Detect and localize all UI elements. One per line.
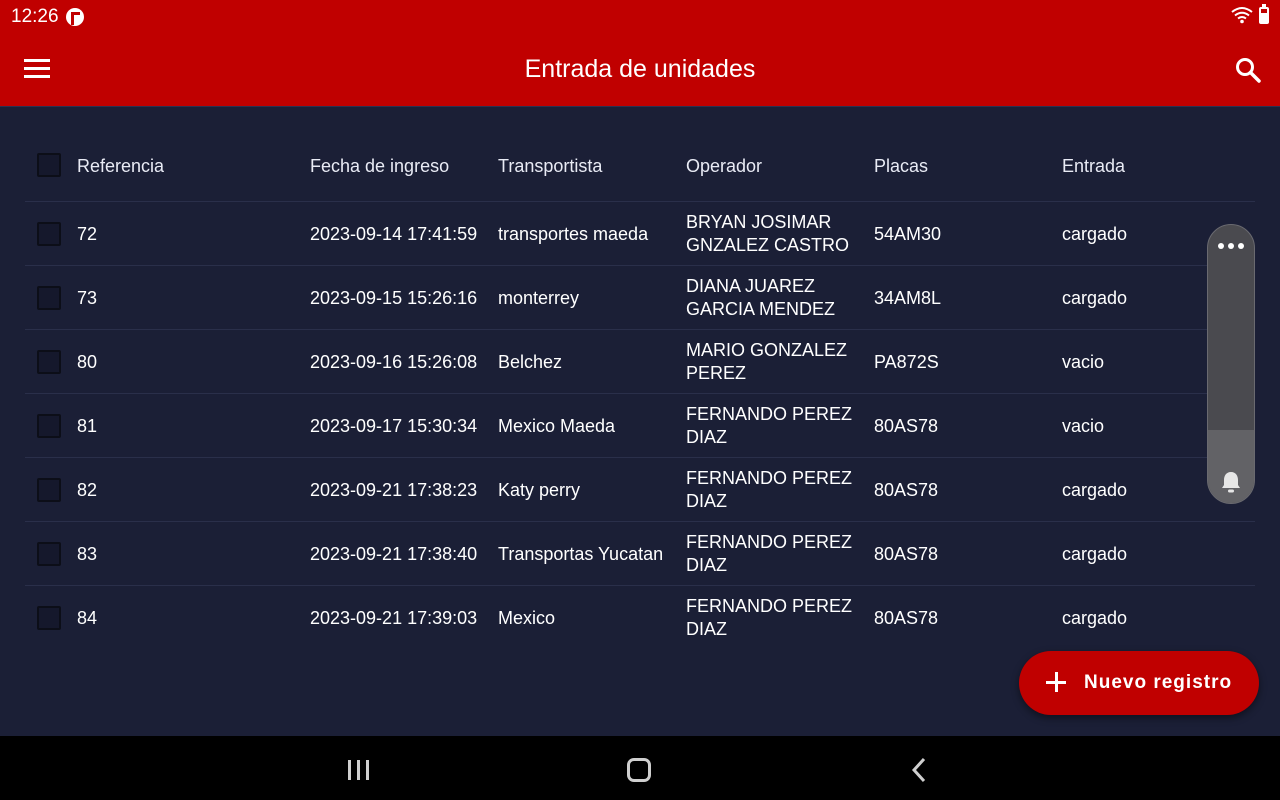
cell-transportista: monterrey bbox=[498, 287, 580, 308]
cell-transportista: Mexico Maeda bbox=[498, 415, 616, 436]
cell-referencia: 73 bbox=[77, 287, 98, 308]
operador-line: GARCIA MENDEZ bbox=[686, 299, 836, 319]
cell-placas: 80AS78 bbox=[874, 415, 939, 436]
cell-entrada: cargado bbox=[1062, 287, 1128, 308]
row-checkbox[interactable] bbox=[37, 478, 61, 502]
table-row[interactable]: 81 2023-09-17 15:30:34 Mexico Maeda FERN… bbox=[25, 393, 1255, 457]
table-row[interactable]: 84 2023-09-21 17:39:03 Mexico FERNANDO P… bbox=[25, 585, 1255, 649]
cell-fecha: 2023-09-21 17:38:23 bbox=[310, 479, 478, 500]
cell-referencia: 80 bbox=[77, 351, 98, 372]
operador-line: FERNANDO PEREZ bbox=[686, 404, 853, 424]
cell-operador: MARIO GONZALEZ PEREZ bbox=[686, 330, 847, 394]
cell-entrada: cargado bbox=[1062, 223, 1128, 244]
table-row[interactable]: 72 2023-09-14 17:41:59 transportes maeda… bbox=[25, 201, 1255, 265]
column-header-fecha[interactable]: Fecha de ingreso bbox=[310, 131, 449, 201]
cell-fecha: 2023-09-17 15:30:34 bbox=[310, 415, 478, 436]
table-row[interactable]: 73 2023-09-15 15:26:16 monterrey DIANA J… bbox=[25, 265, 1255, 329]
table-row[interactable]: 83 2023-09-21 17:38:40 Transportas Yucat… bbox=[25, 521, 1255, 585]
cell-placas: PA872S bbox=[874, 351, 939, 372]
cell-referencia: 84 bbox=[77, 607, 98, 628]
notification-app-icon bbox=[66, 8, 84, 26]
cell-fecha: 2023-09-16 15:26:08 bbox=[310, 351, 478, 372]
column-header-placas[interactable]: Placas bbox=[874, 131, 928, 201]
recents-icon[interactable] bbox=[347, 760, 371, 780]
cell-operador: FERNANDO PEREZ DIAZ bbox=[686, 394, 852, 458]
row-checkbox[interactable] bbox=[37, 286, 61, 310]
bell-icon[interactable] bbox=[1221, 470, 1241, 494]
row-checkbox[interactable] bbox=[37, 606, 61, 630]
cell-entrada: vacio bbox=[1062, 351, 1105, 372]
column-header-entrada[interactable]: Entrada bbox=[1062, 131, 1125, 201]
edge-side-panel[interactable] bbox=[1207, 224, 1255, 504]
cell-operador: BRYAN JOSIMAR GNZALEZ CASTRO bbox=[686, 202, 849, 266]
operador-line: GNZALEZ CASTRO bbox=[686, 235, 850, 255]
cell-entrada: cargado bbox=[1062, 607, 1128, 628]
search-icon[interactable] bbox=[1234, 56, 1262, 84]
operador-line: MARIO GONZALEZ bbox=[686, 340, 848, 360]
column-header-referencia[interactable]: Referencia bbox=[77, 131, 164, 201]
wifi-icon bbox=[1231, 7, 1253, 24]
cell-operador: FERNANDO PEREZ DIAZ bbox=[686, 458, 852, 522]
operador-line: FERNANDO PEREZ bbox=[686, 468, 853, 488]
cell-placas: 80AS78 bbox=[874, 607, 939, 628]
operador-line: DIAZ bbox=[686, 491, 728, 511]
cell-transportista: Transportas Yucatan bbox=[498, 543, 664, 564]
cell-referencia: 82 bbox=[77, 479, 98, 500]
cell-placas: 54AM30 bbox=[874, 223, 942, 244]
cell-referencia: 83 bbox=[77, 543, 98, 564]
operador-line: FERNANDO PEREZ bbox=[686, 596, 853, 616]
column-header-operador[interactable]: Operador bbox=[686, 131, 762, 201]
cell-transportista: Mexico bbox=[498, 607, 556, 628]
cell-operador: FERNANDO PEREZ DIAZ bbox=[686, 586, 852, 650]
more-horizontal-icon[interactable] bbox=[1217, 243, 1245, 251]
operador-line: DIANA JUAREZ bbox=[686, 276, 816, 296]
new-record-label: Nuevo registro bbox=[1084, 672, 1233, 693]
cell-transportista: Belchez bbox=[498, 351, 563, 372]
table-header-row: Referencia Fecha de ingreso Transportist… bbox=[25, 131, 1255, 201]
cell-placas: 34AM8L bbox=[874, 287, 942, 308]
table-row[interactable]: 80 2023-09-16 15:26:08 Belchez MARIO GON… bbox=[25, 329, 1255, 393]
operador-line: FERNANDO PEREZ bbox=[686, 532, 853, 552]
cell-entrada: cargado bbox=[1062, 543, 1128, 564]
row-checkbox[interactable] bbox=[37, 542, 61, 566]
table-row[interactable]: 82 2023-09-21 17:38:23 Katy perry FERNAN… bbox=[25, 457, 1255, 521]
row-checkbox[interactable] bbox=[37, 222, 61, 246]
cell-referencia: 72 bbox=[77, 223, 98, 244]
cell-referencia: 81 bbox=[77, 415, 98, 436]
cell-fecha: 2023-09-14 17:41:59 bbox=[310, 223, 478, 244]
page-title: Entrada de unidades bbox=[524, 55, 756, 83]
cell-placas: 80AS78 bbox=[874, 543, 939, 564]
home-icon[interactable] bbox=[627, 758, 651, 782]
row-checkbox[interactable] bbox=[37, 350, 61, 374]
cell-entrada: vacio bbox=[1062, 415, 1105, 436]
cell-operador: DIANA JUAREZ GARCIA MENDEZ bbox=[686, 266, 835, 330]
operador-line: DIAZ bbox=[686, 427, 728, 447]
row-checkbox[interactable] bbox=[37, 414, 61, 438]
column-header-transportista[interactable]: Transportista bbox=[498, 131, 602, 201]
plus-icon bbox=[1046, 672, 1066, 692]
cell-entrada: cargado bbox=[1062, 479, 1128, 500]
cell-fecha: 2023-09-15 15:26:16 bbox=[310, 287, 478, 308]
status-bar bbox=[0, 0, 1280, 34]
cell-placas: 80AS78 bbox=[874, 479, 939, 500]
cell-fecha: 2023-09-21 17:39:03 bbox=[310, 607, 478, 628]
back-icon[interactable] bbox=[909, 756, 929, 784]
status-time: 12:26 bbox=[11, 6, 59, 27]
operador-line: BRYAN JOSIMAR bbox=[686, 212, 832, 232]
cell-fecha: 2023-09-21 17:38:40 bbox=[310, 543, 478, 564]
operador-line: DIAZ bbox=[686, 555, 728, 575]
select-all-checkbox[interactable] bbox=[37, 153, 61, 177]
operador-line: PEREZ bbox=[686, 363, 747, 383]
cell-transportista: Katy perry bbox=[498, 479, 581, 500]
app-bar-divider bbox=[0, 106, 1280, 107]
operador-line: DIAZ bbox=[686, 619, 728, 639]
cell-operador: FERNANDO PEREZ DIAZ bbox=[686, 522, 852, 586]
battery-icon bbox=[1259, 4, 1269, 24]
cell-transportista: transportes maeda bbox=[498, 223, 649, 244]
